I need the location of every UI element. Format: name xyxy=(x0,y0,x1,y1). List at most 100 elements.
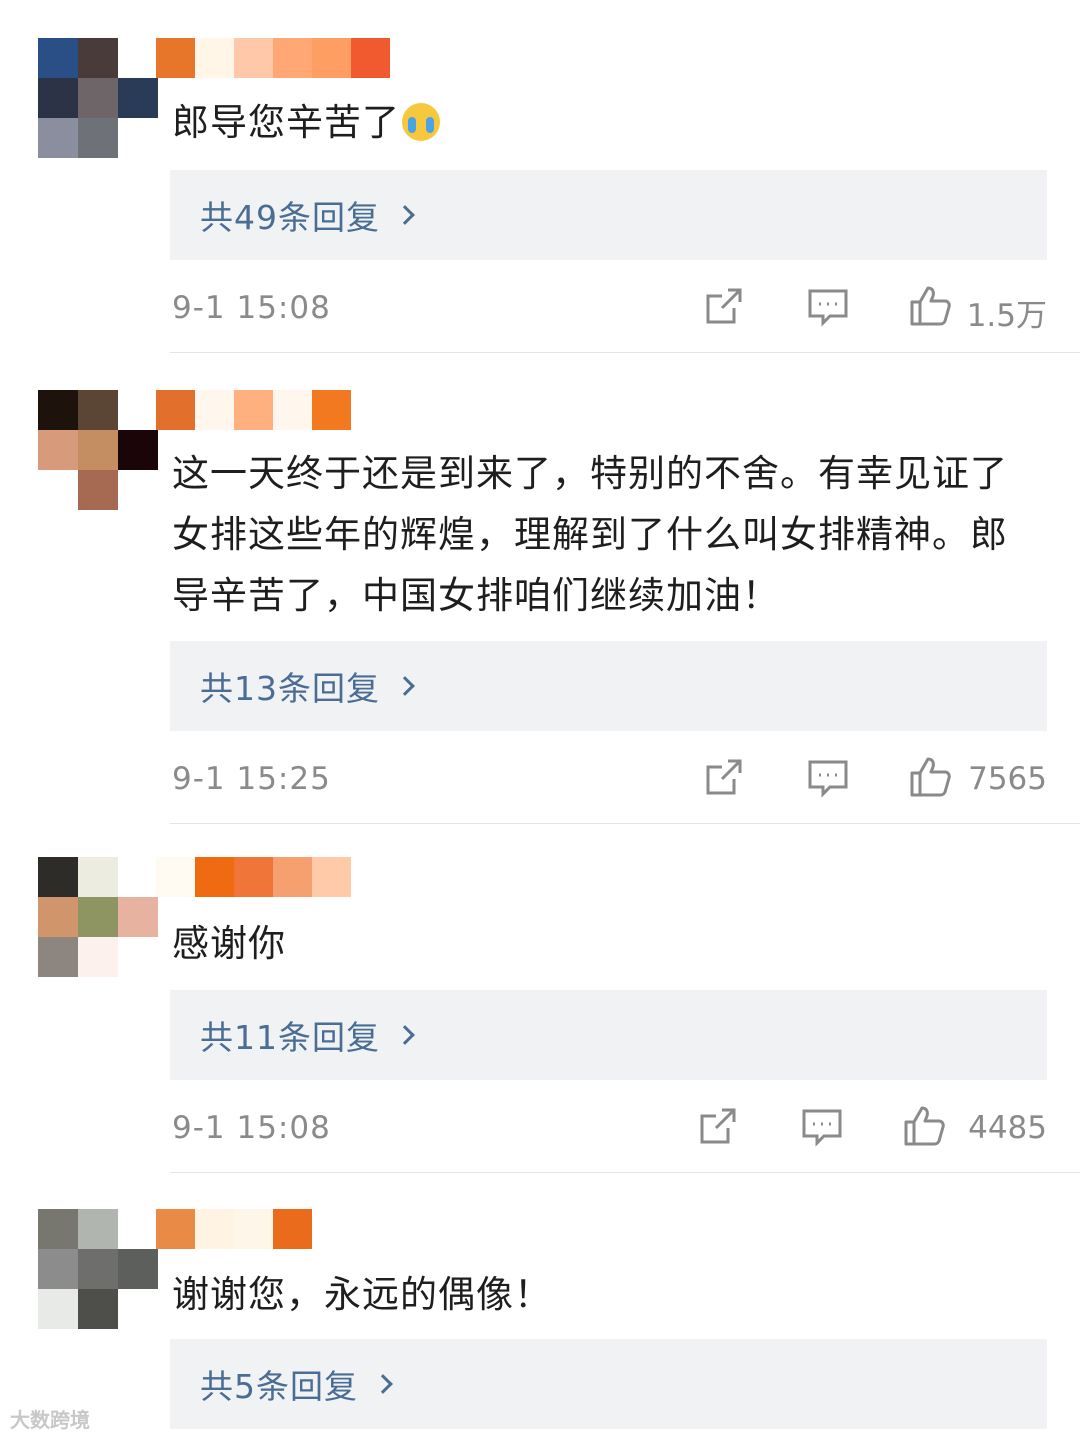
avatar-pixel xyxy=(78,1209,118,1249)
like-thumb-icon[interactable] xyxy=(902,1104,946,1148)
like-count: 7565 xyxy=(968,761,1047,797)
username-pixel xyxy=(273,390,312,430)
comment-text: 谢谢您，永远的偶像！ xyxy=(172,1264,1032,1325)
avatar-pixel xyxy=(118,857,158,897)
avatar-pixel xyxy=(78,897,118,937)
username-pixel xyxy=(234,38,273,78)
avatar-pixel xyxy=(78,937,118,977)
like-thumb-icon[interactable] xyxy=(908,755,952,799)
avatar-pixel xyxy=(38,78,78,118)
timestamp: 9-1 15:08 xyxy=(172,290,331,326)
replies-count-label: 共13条回复 xyxy=(200,669,380,708)
avatar-pixel xyxy=(38,1289,78,1329)
username-pixel xyxy=(234,390,273,430)
avatar-pixel xyxy=(118,1209,158,1249)
avatar-pixel xyxy=(38,430,78,470)
view-replies-button[interactable]: 共49条回复 xyxy=(170,170,1047,260)
username-pixel xyxy=(351,390,390,430)
avatar-pixel xyxy=(118,1289,158,1329)
username-pixel xyxy=(273,38,312,78)
avatar-pixel xyxy=(38,897,78,937)
view-replies-button[interactable]: 共11条回复 xyxy=(170,990,1047,1080)
comment-meta: 9-1 15:25 7565 xyxy=(172,755,1047,805)
username-pixel xyxy=(156,1209,195,1249)
crying-face-icon xyxy=(402,103,440,141)
share-icon[interactable] xyxy=(702,284,746,328)
comment-meta: 9-1 15:08 4485 xyxy=(172,1104,1047,1154)
avatar-pixel xyxy=(118,897,158,937)
avatar[interactable] xyxy=(38,390,158,510)
avatar-pixel xyxy=(118,38,158,78)
avatar[interactable] xyxy=(38,857,158,977)
username-blurred[interactable] xyxy=(156,857,390,897)
username-pixel xyxy=(312,390,351,430)
username-pixel xyxy=(273,857,312,897)
username-pixel xyxy=(195,38,234,78)
avatar-pixel xyxy=(118,430,158,470)
username-pixel xyxy=(195,857,234,897)
avatar-pixel xyxy=(78,78,118,118)
username-blurred[interactable] xyxy=(156,390,390,430)
username-pixel xyxy=(351,857,390,897)
share-icon[interactable] xyxy=(702,755,746,799)
chevron-right-icon xyxy=(395,676,415,696)
username-pixel xyxy=(234,1209,273,1249)
avatar-pixel xyxy=(78,857,118,897)
avatar-pixel xyxy=(78,430,118,470)
avatar-pixel xyxy=(38,1249,78,1289)
watermark: 大数跨境 xyxy=(10,1408,90,1432)
comment-text-content: 郎导您辛苦了 xyxy=(172,101,400,144)
comment-text: 郎导您辛苦了 xyxy=(172,92,1032,153)
avatar-pixel xyxy=(78,390,118,430)
username-blurred[interactable] xyxy=(156,1209,390,1249)
view-replies-button[interactable]: 共5条回复 xyxy=(170,1339,1047,1429)
comment-text: 感谢你 xyxy=(172,913,1032,974)
replies-count-label: 共49条回复 xyxy=(200,198,380,237)
avatar[interactable] xyxy=(38,1209,158,1329)
replies-count-label: 共11条回复 xyxy=(200,1018,380,1057)
divider xyxy=(170,823,1080,824)
username-blurred[interactable] xyxy=(156,38,390,78)
replies-count-label: 共5条回复 xyxy=(200,1367,358,1406)
avatar-pixel xyxy=(118,470,158,510)
username-pixel xyxy=(195,390,234,430)
avatar-pixel xyxy=(78,1249,118,1289)
view-replies-button[interactable]: 共13条回复 xyxy=(170,641,1047,731)
avatar-pixel xyxy=(118,390,158,430)
username-pixel xyxy=(312,38,351,78)
avatar[interactable] xyxy=(38,38,158,158)
avatar-pixel xyxy=(78,118,118,158)
avatar-pixel xyxy=(118,937,158,977)
username-pixel xyxy=(195,1209,234,1249)
avatar-pixel xyxy=(78,38,118,78)
avatar-pixel xyxy=(38,1209,78,1249)
username-pixel xyxy=(156,38,195,78)
comment-text: 这一天终于还是到来了，特别的不舍。有幸见证了女排这些年的辉煌，理解到了什么叫女排… xyxy=(172,443,1022,626)
chevron-right-icon xyxy=(395,205,415,225)
username-pixel xyxy=(156,857,195,897)
timestamp: 9-1 15:08 xyxy=(172,1110,331,1146)
comment-icon[interactable] xyxy=(806,284,850,328)
avatar-pixel xyxy=(38,118,78,158)
timestamp: 9-1 15:25 xyxy=(172,761,331,797)
avatar-pixel xyxy=(78,470,118,510)
username-pixel xyxy=(234,857,273,897)
comment-text-content: 谢谢您，永远的偶像！ xyxy=(172,1273,552,1316)
username-pixel xyxy=(351,38,390,78)
like-count: 4485 xyxy=(968,1110,1047,1146)
avatar-pixel xyxy=(38,937,78,977)
chevron-right-icon xyxy=(395,1025,415,1045)
share-icon[interactable] xyxy=(696,1104,740,1148)
avatar-pixel xyxy=(38,470,78,510)
like-thumb-icon[interactable] xyxy=(908,284,952,328)
avatar-pixel xyxy=(118,78,158,118)
avatar-pixel xyxy=(118,1249,158,1289)
comment-text-content: 感谢你 xyxy=(172,922,286,965)
username-pixel xyxy=(156,390,195,430)
username-pixel xyxy=(312,1209,351,1249)
divider xyxy=(170,352,1080,353)
avatar-pixel xyxy=(78,1289,118,1329)
comment-icon[interactable] xyxy=(800,1104,844,1148)
username-pixel xyxy=(273,1209,312,1249)
comment-icon[interactable] xyxy=(806,755,850,799)
